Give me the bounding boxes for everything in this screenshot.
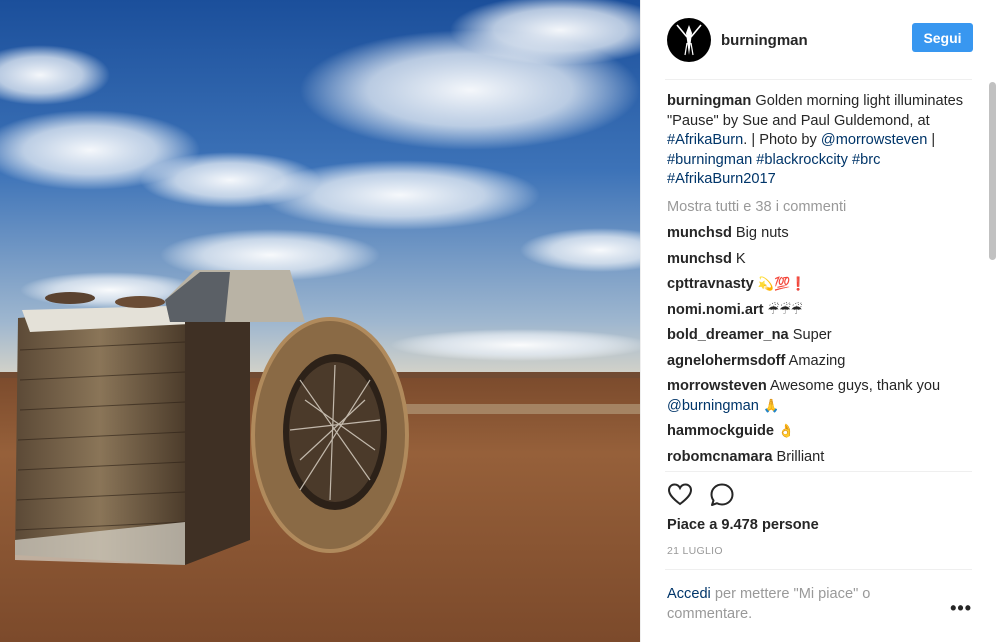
comment-item: bold_dreamer_na Super	[667, 326, 977, 346]
post-photo[interactable]	[0, 0, 640, 642]
post-caption: burningman Golden morning light illumina…	[667, 92, 977, 190]
comment-text: Big nuts	[731, 225, 789, 241]
comment-text: 💫💯❗	[753, 277, 807, 292]
comment-username[interactable]: munchsd	[667, 225, 732, 241]
hashtag-link[interactable]: #brc	[852, 152, 880, 168]
comment-username[interactable]: cpttravnasty	[667, 276, 754, 292]
mention-link[interactable]: @burningman	[667, 398, 759, 414]
follow-button[interactable]: Segui	[912, 23, 973, 52]
comment-item: hammockguide 👌	[667, 422, 977, 442]
comment-button[interactable]	[709, 482, 735, 508]
like-button[interactable]	[667, 482, 693, 508]
likes-count[interactable]: Piace a 9.478 persone	[667, 517, 819, 533]
comment-text: Awesome guys, thank you	[766, 378, 941, 394]
post-username[interactable]: burningman	[721, 32, 808, 49]
caption-username[interactable]: burningman	[667, 93, 751, 109]
comment-text: Amazing	[785, 352, 846, 369]
comment-text: ☔☔☔	[763, 302, 803, 318]
comment-emoji: 🙏	[758, 398, 780, 414]
post-date: 21 LUGLIO	[667, 545, 723, 557]
divider	[665, 471, 972, 472]
comments-scrollbar[interactable]	[989, 82, 996, 260]
divider	[665, 569, 972, 570]
comment-item: robomcnamara Brilliant	[667, 448, 977, 468]
action-bar	[667, 482, 735, 508]
hashtag-link[interactable]: #burningman	[667, 152, 752, 168]
camera-sculpture-photo	[0, 0, 640, 642]
comment-username[interactable]: morrowsteven	[667, 378, 767, 394]
login-link[interactable]: Accedi	[667, 586, 711, 602]
comment-text: Brilliant	[772, 448, 825, 465]
comment-icon	[710, 483, 734, 506]
comment-username[interactable]: hammockguide	[667, 423, 774, 439]
show-all-comments-link[interactable]: Mostra tutti e 38 i commenti	[667, 198, 977, 218]
comment-username[interactable]: munchsd	[667, 251, 732, 267]
hashtag-link[interactable]: #blackrockcity	[756, 152, 848, 168]
comment-username[interactable]: bold_dreamer_na	[667, 327, 789, 343]
comment-text: Super	[788, 327, 832, 343]
avatar[interactable]	[667, 18, 711, 62]
comment-item: munchsd K	[667, 250, 977, 270]
login-prompt: Accedi per mettere "Mi piace" o commenta…	[667, 584, 927, 624]
post-details-panel: burningman Segui burningman Golden morni…	[640, 0, 1000, 642]
hashtag-link[interactable]: #AfrikaBurn	[667, 132, 743, 148]
comment-item: cpttravnasty 💫💯❗	[667, 275, 977, 295]
comment-username[interactable]: robomcnamara	[667, 449, 772, 465]
mention-link[interactable]: @morrowsteven	[821, 132, 927, 148]
comment-item: agnelohermsdoff Amazing	[667, 352, 977, 372]
burningman-logo-icon	[676, 24, 702, 56]
caption-text: |	[927, 132, 936, 148]
divider	[665, 79, 972, 80]
comment-text: 👌	[774, 424, 795, 439]
comment-item: nomi.nomi.art ☔☔☔	[667, 301, 977, 321]
comment-text: K	[731, 250, 746, 267]
hashtag-link[interactable]: #AfrikaBurn2017	[667, 171, 776, 187]
post-header: burningman Segui	[641, 0, 1000, 80]
comment-username[interactable]: agnelohermsdoff	[667, 353, 785, 369]
comments-list[interactable]: burningman Golden morning light illumina…	[667, 92, 977, 470]
comment-username[interactable]: nomi.nomi.art	[667, 302, 763, 318]
caption-text: . | Photo by	[743, 132, 821, 148]
more-options-icon[interactable]: •••	[950, 599, 972, 617]
heart-icon	[667, 483, 693, 506]
comment-item: morrowsteven Awesome guys, thank you @bu…	[667, 377, 977, 416]
comment-item: munchsd Big nuts	[667, 224, 977, 244]
